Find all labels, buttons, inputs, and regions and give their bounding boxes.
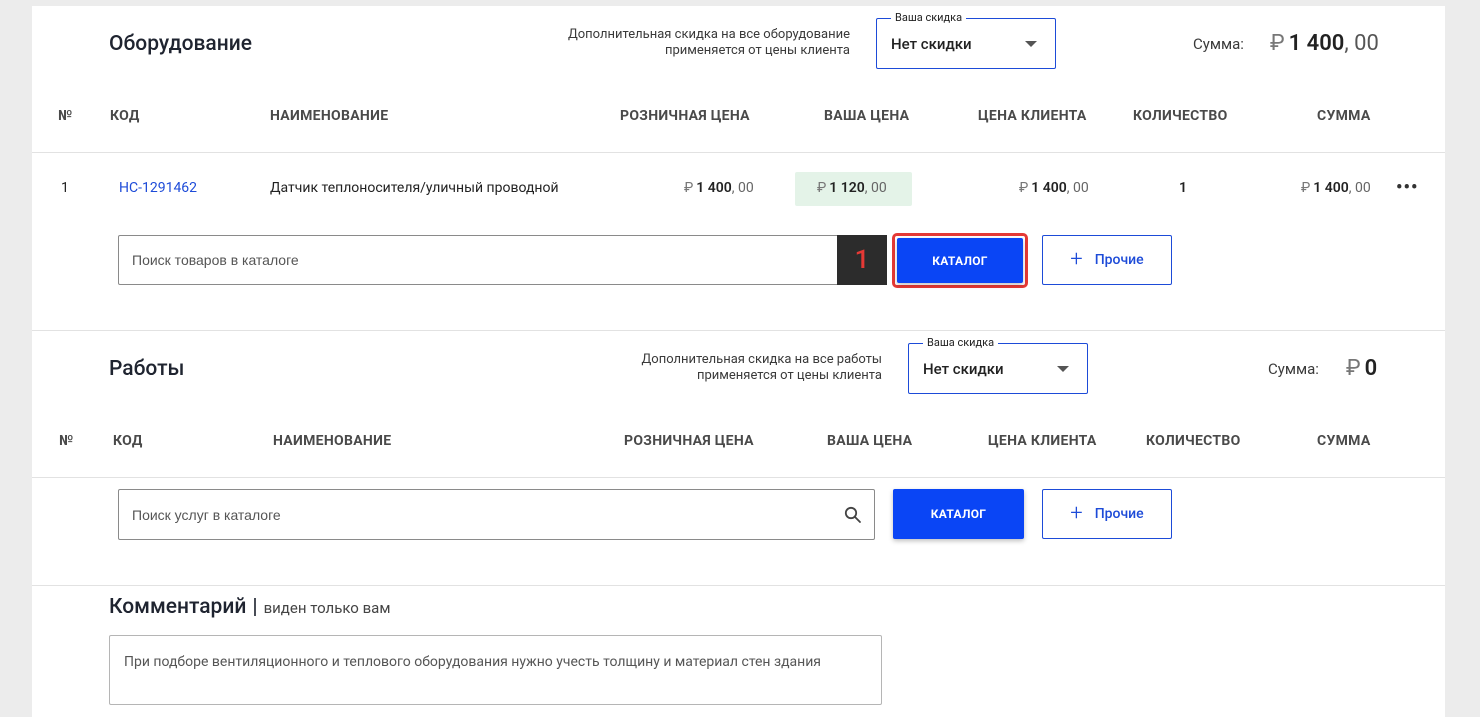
row-code-link[interactable]: HC-1291462 — [119, 180, 197, 196]
row-retail-price: ₽1 400, 00 — [684, 180, 754, 196]
equipment-discount-label: Ваша скидка — [891, 12, 967, 24]
col-header-client-price: ЦЕНА КЛИЕНТА — [988, 433, 1097, 449]
equipment-search-input[interactable] — [119, 236, 885, 284]
equipment-sum-dec: , 00 — [1344, 31, 1379, 56]
row-name: Датчик теплоносителя/уличный проводной — [270, 180, 559, 196]
col-header-sum: СУММА — [1317, 433, 1371, 449]
equipment-discount-select[interactable]: Ваша скидка Нет скидки — [876, 12, 1056, 69]
row-sum: ₽1 400, 00 — [1301, 180, 1371, 196]
currency-icon: ₽ — [684, 180, 694, 196]
currency-icon: ₽ — [1346, 356, 1361, 381]
divider — [32, 585, 1445, 586]
works-discount-note-line2: применяется от цены клиента — [696, 368, 882, 383]
equipment-other-button[interactable]: + Прочие — [1042, 235, 1172, 285]
works-other-button[interactable]: + Прочие — [1042, 489, 1172, 539]
comment-subtitle: виден только вам — [263, 599, 391, 617]
col-header-retail: РОЗНИЧНАЯ ЦЕНА — [620, 108, 750, 124]
works-sum-int: 0 — [1364, 356, 1378, 381]
works-sum-value: ₽0 — [1346, 356, 1377, 381]
col-header-qty: КОЛИЧЕСТВО — [1146, 433, 1241, 449]
col-header-code: КОД — [110, 108, 140, 124]
col-header-retail: РОЗНИЧНАЯ ЦЕНА — [624, 433, 754, 449]
col-header-num: № — [58, 108, 73, 124]
comment-heading: Комментарий | виден только вам — [109, 595, 390, 619]
works-title: Работы — [109, 357, 185, 381]
comment-title: Комментарий — [109, 595, 247, 619]
estimate-panel: Оборудование Дополнительная скидка на вс… — [32, 6, 1445, 717]
divider — [32, 330, 1445, 331]
works-other-label: Прочие — [1094, 506, 1144, 522]
works-discount-note: Дополнительная скидка на все работы прим… — [562, 352, 883, 384]
works-search-input[interactable] — [119, 490, 874, 539]
equipment-sum-int: 1 400 — [1288, 31, 1345, 56]
step-marker: 1 — [837, 235, 887, 285]
row-your-dec: , 00 — [864, 180, 887, 196]
works-sum-label: Сумма: — [1268, 360, 1319, 378]
works-discount-label: Ваша скидка — [923, 337, 999, 349]
row-num: 1 — [61, 180, 69, 196]
equipment-catalog-button[interactable]: КАТАЛОГ — [897, 238, 1023, 283]
currency-icon: ₽ — [1019, 180, 1029, 196]
works-catalog-button[interactable]: КАТАЛОГ — [893, 489, 1024, 539]
works-discount-note-line1: Дополнительная скидка на все работы — [641, 352, 883, 367]
your-price-badge: ₽1 120, 00 — [795, 172, 912, 206]
works-discount-value: Нет скидки — [923, 359, 1004, 378]
col-header-qty: КОЛИЧЕСТВО — [1133, 108, 1228, 124]
chevron-down-icon — [1057, 365, 1069, 372]
row-your-int: 1 120 — [829, 180, 865, 196]
col-header-sum: СУММА — [1317, 108, 1371, 124]
currency-icon: ₽ — [817, 180, 827, 196]
currency-icon: ₽ — [1270, 31, 1285, 56]
works-search-field[interactable] — [118, 489, 875, 540]
row-client-dec: , 00 — [1066, 180, 1089, 196]
row-your-price: ₽1 120, 00 — [817, 180, 887, 196]
equipment-other-label: Прочие — [1094, 252, 1144, 268]
col-header-client-price: ЦЕНА КЛИЕНТА — [978, 108, 1087, 124]
comment-separator: | — [252, 595, 258, 619]
equipment-discount-value: Нет скидки — [891, 34, 972, 53]
equipment-search-field[interactable] — [118, 235, 886, 285]
row-retail-dec: , 00 — [731, 180, 754, 196]
search-icon[interactable] — [844, 506, 862, 524]
col-header-name: НАИМЕНОВАНИЕ — [273, 433, 392, 449]
currency-icon: ₽ — [1301, 180, 1311, 196]
equipment-discount-note-line1: Дополнительная скидка на все оборудовани… — [567, 27, 850, 42]
col-header-your-price: ВАША ЦЕНА — [824, 108, 910, 124]
comment-textarea[interactable]: При подборе вентиляционного и теплового … — [109, 635, 882, 705]
row-client-price: ₽1 400, 00 — [1019, 180, 1089, 196]
row-sum-dec: , 00 — [1348, 180, 1371, 196]
row-client-int: 1 400 — [1031, 180, 1067, 196]
equipment-discount-note-line2: применяется от цены клиента — [664, 43, 850, 58]
plus-icon: + — [1070, 247, 1083, 272]
col-header-your-price: ВАША ЦЕНА — [827, 433, 913, 449]
col-header-name: НАИМЕНОВАНИЕ — [270, 108, 389, 124]
divider — [32, 152, 1445, 153]
more-options-icon[interactable]: ••• — [1396, 177, 1418, 198]
col-header-num: № — [59, 433, 74, 449]
equipment-sum-label: Сумма: — [1193, 35, 1244, 53]
row-qty[interactable]: 1 — [1179, 180, 1187, 196]
equipment-title: Оборудование — [109, 32, 252, 56]
row-sum-int: 1 400 — [1313, 180, 1349, 196]
comment-text: При подборе вентиляционного и теплового … — [124, 654, 821, 670]
plus-icon: + — [1070, 501, 1083, 526]
works-discount-select[interactable]: Ваша скидка Нет скидки — [908, 337, 1088, 394]
chevron-down-icon — [1025, 40, 1037, 47]
equipment-sum-value: ₽1 400, 00 — [1270, 31, 1379, 56]
row-retail-int: 1 400 — [696, 180, 732, 196]
divider — [32, 477, 1445, 478]
equipment-discount-note: Дополнительная скидка на все оборудовани… — [532, 27, 850, 59]
col-header-code: КОД — [113, 433, 143, 449]
